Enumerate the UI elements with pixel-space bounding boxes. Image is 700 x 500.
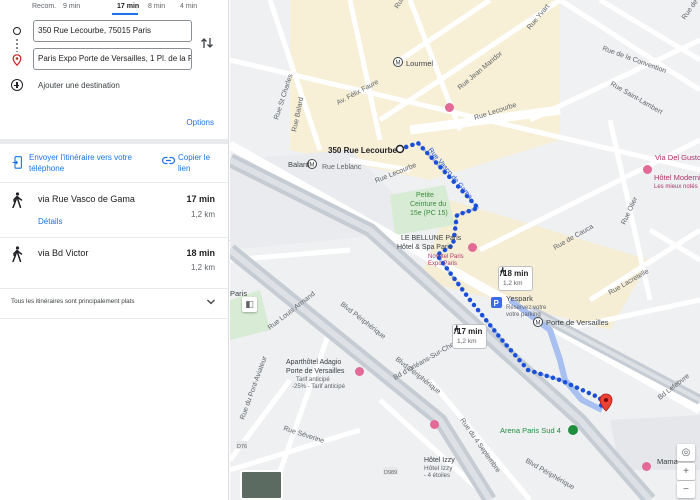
zoom-out-button[interactable]: − (677, 481, 695, 498)
parking-icon: P (491, 297, 502, 308)
poi-hotel-icon (468, 243, 477, 252)
mode-walking-time[interactable]: 17 min (117, 3, 139, 10)
alt-route-card[interactable]: 18 min 1,2 km (498, 266, 534, 291)
poi-hotel-icon (642, 462, 651, 471)
route-distance: 1,2 km (190, 210, 215, 219)
map-label-lourmel: Lourmel (406, 59, 433, 68)
map-label-bellune-2: Hôtel & Spa Paris (397, 244, 453, 251)
map-label-petite-3: 15e (PC 15) (410, 210, 448, 217)
alt-route-time: 18 min (503, 269, 529, 278)
map-label-mama: Mama (657, 457, 679, 466)
map-label-via-del-gusto: Via Del Gusto (655, 153, 700, 162)
send-to-phone-button[interactable]: Envoyer l'itinéraire vers votre téléphon… (29, 152, 154, 174)
svg-text:M: M (396, 61, 401, 67)
destination-pin-icon (12, 54, 22, 66)
my-location-icon[interactable]: ◎ (677, 444, 695, 461)
map-label-arena: Arena Paris Sud 4 (500, 426, 561, 435)
map-label-hotel-moderniste: Hôtel Moderniste (654, 173, 700, 182)
walking-icon (12, 246, 23, 262)
add-destination-button[interactable]: Ajouter une destination (38, 81, 120, 90)
route-dots-icon (16, 38, 18, 52)
map-label-porte-versailles: Porte de Versailles (546, 318, 609, 327)
options-button[interactable]: Options (186, 118, 214, 127)
svg-text:P: P (494, 299, 500, 308)
metro-icon: M (533, 317, 543, 327)
route-via-label: via Rue Vasco de Gama (38, 194, 135, 204)
origin-marker-icon (395, 144, 405, 154)
map-view[interactable]: M M M P Rue de Lourmel Lourmel Rue Jean … (230, 0, 700, 500)
map-label-balard: Balard (288, 160, 310, 169)
map-label-yespark: Yespark (506, 294, 533, 303)
map-label-hotel-moderniste-sub: Les mieux notés (654, 184, 698, 190)
metro-icon: M (393, 57, 403, 67)
chevron-down-icon[interactable] (206, 298, 216, 306)
route-option-1[interactable]: via Rue Vasco de Gama 17 min 1,2 km Déta… (0, 183, 228, 237)
map-label-aparthotel-3: Tarif anticipé (296, 377, 330, 383)
add-destination-icon[interactable] (11, 79, 23, 91)
phone-send-icon[interactable] (12, 156, 24, 169)
route-details-button[interactable]: Détails (38, 217, 62, 226)
map-canvas: M M M P Rue de Lourmel Lourmel Rue Jean … (230, 0, 700, 500)
mode-transit-time[interactable]: 8 min (148, 3, 165, 10)
mode-driving-time[interactable]: 9 min (63, 3, 80, 10)
map-label-novotel-2: Expo Paris (428, 261, 457, 267)
map-label-izzy-2: Hôtel Izzy (424, 465, 453, 472)
walking-icon (12, 192, 23, 208)
poi-hotel-icon (643, 165, 652, 174)
mode-cycling-time[interactable]: 4 min (180, 3, 197, 10)
terrain-footnote: Tous les itinéraires sont principalement… (11, 298, 135, 305)
directions-panel: Recom. 9 min 17 min 8 min 4 min 350 Rue … (0, 0, 229, 500)
map-label-yespark-sub2: votre parking (506, 312, 541, 318)
zoom-in-button[interactable]: + (677, 463, 695, 480)
active-mode-indicator (112, 13, 138, 15)
layers-toggle-button[interactable] (240, 470, 283, 500)
map-label-d76: D76 (237, 444, 247, 450)
swap-icon[interactable] (200, 36, 214, 50)
walking-icon (499, 267, 506, 276)
origin-map-label: 350 Rue Lecourbe (328, 146, 397, 155)
poi-hotel-icon (430, 420, 439, 429)
route-option-2[interactable]: via Bd Victor 18 min 1,2 km (0, 238, 228, 288)
map-label-aparthotel-2: Porte de Versailles (286, 368, 345, 375)
map-label-izzy-1: Hôtel Izzy (424, 457, 455, 464)
map-label-novotel-1: Novotel Paris (428, 254, 464, 260)
route-distance: 1,2 km (190, 263, 215, 272)
mode-recommended[interactable]: Recom. (32, 3, 56, 10)
travel-mode-bar: Recom. 9 min 17 min 8 min 4 min (0, 0, 228, 15)
route-via-label: via Bd Victor (38, 248, 89, 258)
map-label-aparthotel-4: -25% - Tarif anticipé (292, 384, 346, 390)
walking-icon (453, 325, 460, 334)
alt-route-distance: 1,2 km (503, 280, 523, 287)
street-view-icon[interactable]: ◧ (242, 297, 257, 312)
map-label-petite-1: Petite (416, 192, 434, 199)
origin-input[interactable]: 350 Rue Lecourbe, 75015 Paris (33, 20, 192, 42)
origin-dot-icon (13, 27, 21, 35)
poi-hotel-icon (445, 103, 454, 112)
map-label-petite-2: Ceinture du (410, 201, 446, 208)
copy-link-button[interactable]: Copier le lien (178, 152, 223, 174)
route-duration: 18 min (186, 248, 215, 258)
map-label-izzy-3: - 4 étoiles (424, 473, 450, 479)
divider (0, 318, 228, 319)
route-duration: 17 min (186, 194, 215, 204)
svg-text:M: M (536, 321, 541, 327)
link-icon[interactable] (162, 156, 175, 165)
map-label-rue-leblanc: Rue Leblanc (322, 164, 362, 171)
svg-text:M: M (310, 163, 315, 169)
map-label-aparthotel-1: Aparthôtel Adagio (286, 359, 341, 366)
map-label-bellune-1: LE BELLUNE Paris (401, 235, 462, 242)
poi-arena-icon (568, 425, 578, 435)
primary-route-card[interactable]: 17 min 1,2 km (452, 324, 488, 349)
map-label-yespark-sub1: Réservez votre (506, 305, 547, 311)
destination-input[interactable]: Paris Expo Porte de Versailles, 1 Pl. de… (33, 48, 192, 70)
primary-route-distance: 1,2 km (457, 338, 477, 345)
divider (0, 288, 228, 289)
map-label-d989: D989 (384, 470, 397, 476)
primary-route-time: 17 min (457, 327, 483, 336)
poi-hotel-icon (355, 367, 364, 376)
section-separator (0, 139, 228, 144)
